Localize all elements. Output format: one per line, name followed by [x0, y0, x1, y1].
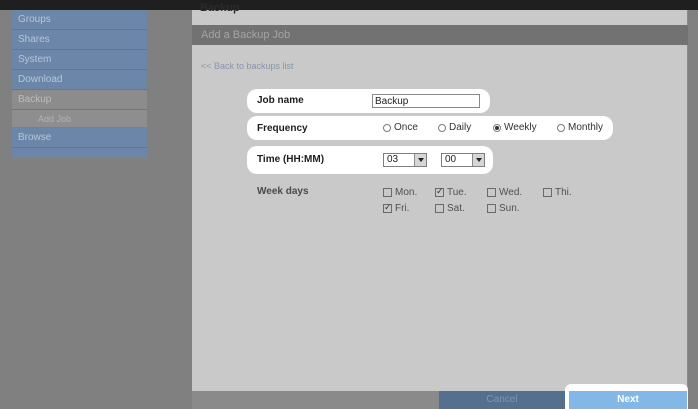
time-label: Time (HH:MM) — [257, 154, 325, 165]
minute-select[interactable]: 00 — [441, 153, 485, 167]
weekday-thi-checkbox[interactable]: Thi. — [543, 187, 572, 198]
checkbox-icon — [487, 188, 496, 197]
hour-select[interactable]: 03 — [383, 153, 427, 167]
sidebar: Groups Shares System Download Backup Add… — [12, 10, 147, 158]
radio-selected-icon — [493, 123, 501, 132]
radio-icon — [383, 123, 391, 132]
frequency-monthly-label: Monthly — [568, 122, 604, 133]
frequency-once-radio[interactable]: Once — [383, 122, 418, 133]
sidebar-item-backup[interactable]: Backup — [12, 90, 147, 110]
weekday-mon-checkbox[interactable]: Mon. — [383, 187, 417, 198]
top-strip — [0, 0, 698, 10]
frequency-label: Frequency — [257, 123, 308, 134]
frequency-daily-radio[interactable]: Daily — [438, 122, 471, 133]
sidebar-item-browse[interactable]: Browse — [12, 128, 147, 148]
checkbox-icon — [383, 188, 392, 197]
weekday-wed-checkbox[interactable]: Wed. — [487, 187, 522, 198]
job-name-input[interactable] — [372, 94, 480, 108]
section-title: Add a Backup Job — [192, 25, 688, 45]
weekday-sun-label: Sun. — [499, 203, 520, 214]
next-button[interactable]: Next — [569, 391, 687, 409]
week-days-label: Week days — [257, 186, 309, 197]
frequency-weekly-radio[interactable]: Weekly — [493, 122, 537, 133]
checkbox-icon — [543, 188, 552, 197]
radio-icon — [438, 123, 446, 132]
checkbox-icon — [487, 204, 496, 213]
weekday-mon-label: Mon. — [395, 187, 418, 198]
hour-value: 03 — [387, 154, 399, 165]
weekday-sat-label: Sat. — [447, 203, 465, 214]
checkbox-checked-icon — [383, 202, 392, 213]
frequency-weekly-label: Weekly — [504, 122, 537, 133]
weekday-fri-label: Fri. — [395, 203, 410, 214]
checkbox-icon — [435, 204, 444, 213]
chevron-down-icon — [472, 154, 484, 166]
back-to-list-link[interactable]: << Back to backups list — [201, 61, 294, 71]
chevron-down-icon — [414, 154, 426, 166]
weekday-thi-label: Thi. — [555, 187, 572, 198]
frequency-once-label: Once — [394, 122, 418, 133]
weekday-sat-checkbox[interactable]: Sat. — [435, 203, 465, 214]
cancel-button[interactable]: Cancel — [439, 391, 565, 409]
minute-value: 00 — [445, 154, 457, 165]
weekday-tue-label: Tue. — [447, 187, 467, 198]
frequency-daily-label: Daily — [449, 122, 472, 133]
sidebar-item-download[interactable]: Download — [12, 70, 147, 90]
sidebar-item-system[interactable]: System — [12, 50, 147, 70]
weekday-tue-checkbox[interactable]: Tue. — [435, 186, 467, 198]
job-name-label: Job name — [257, 95, 304, 106]
weekday-fri-checkbox[interactable]: Fri. — [383, 202, 410, 214]
sidebar-item-shares[interactable]: Shares — [12, 30, 147, 50]
radio-icon — [557, 123, 565, 132]
weekday-sun-checkbox[interactable]: Sun. — [487, 203, 520, 214]
weekday-wed-label: Wed. — [499, 187, 523, 198]
checkbox-checked-icon — [435, 186, 444, 197]
sidebar-footer — [12, 148, 147, 158]
sidebar-item-groups[interactable]: Groups — [12, 10, 147, 30]
frequency-monthly-radio[interactable]: Monthly — [557, 122, 603, 133]
sidebar-subitem-add-job[interactable]: Add Job — [12, 110, 147, 128]
page-title: Backup — [200, 2, 240, 14]
